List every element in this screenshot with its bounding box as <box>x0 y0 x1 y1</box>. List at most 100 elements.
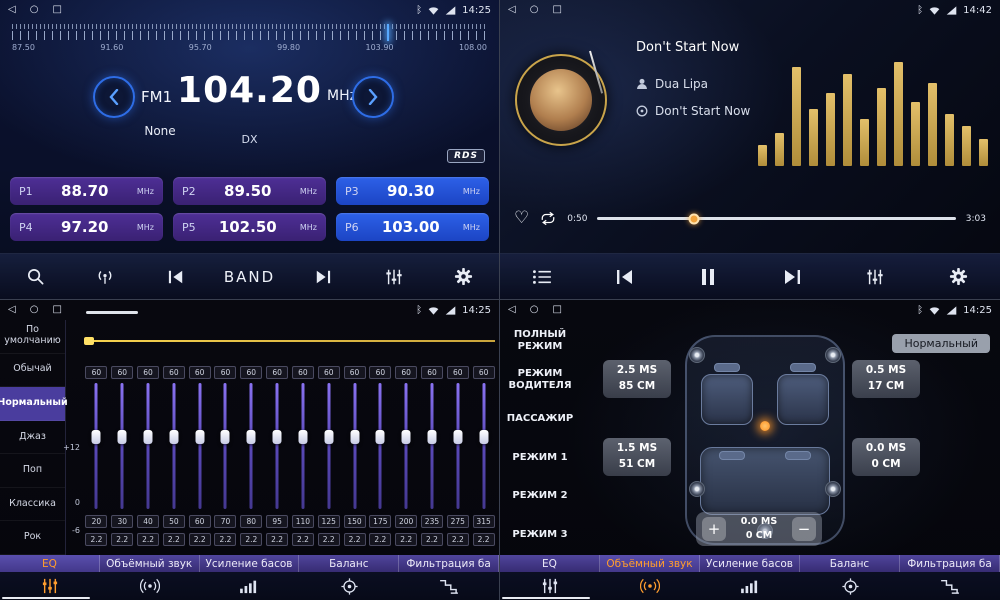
repeat-icon[interactable] <box>539 211 557 226</box>
delay-front-right[interactable]: 0.5 MS 17 CM <box>852 360 920 398</box>
radio-preset-button[interactable]: P2 89.50 MHz <box>173 177 326 205</box>
next-station-button[interactable] <box>301 259 345 295</box>
surround-mode-item[interactable]: ПОЛНЫЙ РЕЖИМ <box>500 322 580 361</box>
frequency-ruler[interactable]: 87.5091.6095.7099.80103.90108.00 <box>12 24 487 58</box>
eq-slider-handle[interactable] <box>350 430 359 444</box>
eq-preset-item[interactable]: Обычай <box>0 354 65 388</box>
broadcast-info-button[interactable] <box>83 259 127 295</box>
eq-band-slider[interactable] <box>265 381 290 511</box>
surround-mode-item[interactable]: РЕЖИМ 2 <box>500 477 580 516</box>
eq-slider-handle[interactable] <box>427 430 436 444</box>
eq-band-slider[interactable] <box>84 381 109 511</box>
eq-band-slider[interactable] <box>187 381 212 511</box>
delay-rear-left[interactable]: 1.5 MS 51 CM <box>603 438 671 476</box>
nav-recents-icon[interactable]: □ <box>52 5 61 15</box>
tab-eq[interactable]: EQ <box>500 555 600 600</box>
nav-back-icon[interactable]: ◁ <box>508 5 516 15</box>
eq-slider-handle[interactable] <box>402 430 411 444</box>
eq-slider-handle[interactable] <box>324 430 333 444</box>
tab-surround[interactable]: Объёмный звук <box>100 555 200 600</box>
speaker-rear-right-icon[interactable] <box>825 481 841 497</box>
radio-preset-button[interactable]: P1 88.70 MHz <box>10 177 163 205</box>
tab-balance[interactable]: Баланс <box>299 555 399 600</box>
tab-scrollbar[interactable] <box>2 597 90 599</box>
settings-button[interactable] <box>442 259 486 295</box>
next-track-button[interactable] <box>770 259 814 295</box>
tab-balance[interactable]: Баланс <box>800 555 900 600</box>
delay-increase-button[interactable]: + <box>702 517 726 541</box>
delay-rear-right[interactable]: 0.0 MS 0 CM <box>852 438 920 476</box>
eq-slider-handle[interactable] <box>118 430 127 444</box>
eq-band-slider[interactable] <box>161 381 186 511</box>
nav-recents-icon[interactable]: □ <box>552 5 561 15</box>
eq-slider-handle[interactable] <box>479 430 488 444</box>
pause-button[interactable] <box>686 259 730 295</box>
eq-slider-handle[interactable] <box>144 430 153 444</box>
tab-eq[interactable]: EQ <box>0 555 100 600</box>
eq-preset-item[interactable]: Поп <box>0 454 65 488</box>
tab-bass-boost[interactable]: Усиление басов <box>200 555 300 600</box>
search-stations-button[interactable] <box>13 259 57 295</box>
eq-slider-handle[interactable] <box>376 430 385 444</box>
previous-track-button[interactable] <box>603 259 647 295</box>
playlist-button[interactable] <box>520 259 564 295</box>
previous-station-button[interactable] <box>154 259 198 295</box>
speaker-rear-left-icon[interactable] <box>689 481 705 497</box>
surround-mode-item[interactable]: РЕЖИМ 3 <box>500 516 580 555</box>
eq-band-slider[interactable] <box>110 381 135 511</box>
eq-band-slider[interactable] <box>291 381 316 511</box>
progress-knob[interactable] <box>689 213 700 224</box>
radio-preset-button[interactable]: P6 103.00 MHz <box>336 213 489 241</box>
tab-filter[interactable]: Фильтрация ба <box>900 555 1000 600</box>
eq-slider-handle[interactable] <box>92 430 101 444</box>
eq-preset-item[interactable]: По умолчанию <box>0 320 65 354</box>
settings-button[interactable] <box>936 259 980 295</box>
eq-band-slider[interactable] <box>213 381 238 511</box>
nav-home-icon[interactable]: ○ <box>30 305 39 315</box>
eq-band-slider[interactable] <box>136 381 161 511</box>
radio-preset-button[interactable]: P4 97.20 MHz <box>10 213 163 241</box>
progress-track[interactable] <box>597 217 955 220</box>
tab-scrollbar[interactable] <box>502 597 590 599</box>
tab-bass-boost[interactable]: Усиление басов <box>700 555 800 600</box>
surround-mode-item[interactable]: ПАССАЖИР <box>500 400 580 439</box>
sound-profile-button[interactable]: Нормальный <box>892 334 990 353</box>
eq-band-slider[interactable] <box>445 381 470 511</box>
speaker-front-left-icon[interactable] <box>689 347 705 363</box>
eq-band-slider[interactable] <box>394 381 419 511</box>
nav-recents-icon[interactable]: □ <box>552 305 561 315</box>
tab-surround[interactable]: Объёмный звук <box>600 555 700 600</box>
eq-band-slider[interactable] <box>471 381 496 511</box>
audio-mixer-button[interactable] <box>372 259 416 295</box>
listening-position-dot[interactable] <box>760 421 770 431</box>
nav-home-icon[interactable]: ○ <box>530 305 539 315</box>
audio-mixer-button[interactable] <box>853 259 897 295</box>
eq-slider-handle[interactable] <box>453 430 462 444</box>
eq-preset-item[interactable]: Нормальный <box>0 387 65 421</box>
eq-slider-handle[interactable] <box>221 430 230 444</box>
nav-home-icon[interactable]: ○ <box>530 5 539 15</box>
eq-preset-item[interactable]: Джаз <box>0 421 65 455</box>
favorite-icon[interactable]: ♡ <box>514 210 529 227</box>
nav-back-icon[interactable]: ◁ <box>8 5 16 15</box>
preamp-line[interactable] <box>84 340 495 342</box>
surround-mode-item[interactable]: РЕЖИМ ВОДИТЕЛЯ <box>500 361 580 400</box>
eq-preset-item[interactable]: Рок <box>0 521 65 555</box>
eq-band-slider[interactable] <box>316 381 341 511</box>
radio-preset-button[interactable]: P3 90.30 MHz <box>336 177 489 205</box>
nav-home-icon[interactable]: ○ <box>30 5 39 15</box>
delay-decrease-button[interactable]: − <box>792 517 816 541</box>
eq-band-slider[interactable] <box>420 381 445 511</box>
tab-filter[interactable]: Фильтрация ба <box>399 555 499 600</box>
eq-slider-handle[interactable] <box>298 430 307 444</box>
eq-slider-handle[interactable] <box>273 430 282 444</box>
nav-recents-icon[interactable]: □ <box>52 305 61 315</box>
eq-preset-item[interactable]: Классика <box>0 488 65 522</box>
band-button[interactable]: BAND <box>224 259 275 295</box>
radio-preset-button[interactable]: P5 102.50 MHz <box>173 213 326 241</box>
tune-up-button[interactable] <box>352 76 394 118</box>
eq-band-slider[interactable] <box>239 381 264 511</box>
delay-front-left[interactable]: 2.5 MS 85 CM <box>603 360 671 398</box>
speaker-front-right-icon[interactable] <box>825 347 841 363</box>
eq-slider-handle[interactable] <box>169 430 178 444</box>
